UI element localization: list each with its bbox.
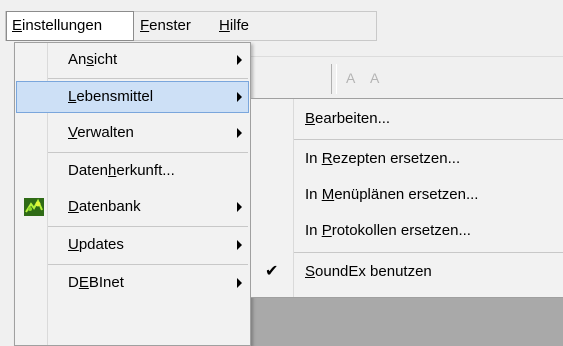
menu-item-datenbank[interactable]: Datenbank [16,191,249,223]
menu-item-label: In Protokollen ersetzen... [305,222,471,239]
menu-item-label: Updates [68,236,124,253]
submenu-arrow-icon [237,55,242,65]
submenu-arrow-icon [237,92,242,102]
toolbar-separator [331,64,332,94]
menu-item-soundex-benutzen[interactable]: ✔ SoundEx benutzen [251,256,563,288]
menu-label-part: instellungen [22,17,103,34]
menu-item-label: Datenbank [68,198,141,215]
menu-item-debinet[interactable]: DEBInet [16,267,249,299]
font-style-icon[interactable]: A [346,70,355,86]
menu-hilfe[interactable]: Hilfe [219,16,249,36]
menu-item-label: SoundEx benutzen [305,263,432,280]
menu-accelerator: E [12,17,23,34]
database-plant-icon [24,198,44,216]
menu-item-protokollen-ersetzen[interactable]: In Protokollen ersetzen... [251,215,563,247]
menu-label-part: enster [149,17,191,34]
checkmark-icon: ✔ [265,263,279,280]
menu-separator [48,152,248,153]
menu-label-part: ilfe [229,17,250,34]
menu-item-label: Verwalten [68,124,134,141]
submenu-arrow-icon [237,278,242,288]
menu-item-verwalten[interactable]: Verwalten [16,117,249,149]
font-style-icon[interactable]: A [370,70,379,86]
menu-einstellungen[interactable]: Einstellungen [6,11,134,41]
menu-accelerator: F [140,17,150,34]
menu-item-label: Ansicht [68,51,118,68]
submenu-arrow-icon [237,202,242,212]
menu-separator [294,252,563,253]
menu-item-label: Datenherkunft... [68,162,175,179]
menu-item-label: Bearbeiten... [305,110,391,127]
menu-accelerator: H [219,17,230,34]
background-workspace [250,296,563,346]
menu-item-menueplaenen-ersetzen[interactable]: In Menüplänen ersetzen... [251,179,563,211]
submenu-arrow-icon [237,128,242,138]
menu-item-datenherkunft[interactable]: Datenherkunft... [16,155,249,187]
menu-bar: Einstellungen Fenster Hilfe [0,0,563,42]
menu-separator [48,78,248,79]
menu-fenster[interactable]: Fenster [140,16,191,36]
menu-item-lebensmittel[interactable]: Lebensmittel [16,81,249,113]
menu-separator [48,226,248,227]
submenu-arrow-icon [237,240,242,250]
menu-item-label: Lebensmittel [68,88,154,105]
einstellungen-dropdown: Ansicht Lebensmittel Verwalten Datenherk… [14,42,251,346]
menu-item-ansicht[interactable]: Ansicht [16,44,249,76]
menu-item-label: DEBInet [68,274,124,291]
menu-item-rezepten-ersetzen[interactable]: In Rezepten ersetzen... [251,143,563,175]
menu-separator [48,264,248,265]
menu-item-label: In Menüplänen ersetzen... [305,186,479,203]
menu-separator [294,139,563,140]
lebensmittel-submenu: Bearbeiten... In Rezepten ersetzen... In… [250,98,563,298]
menu-item-label: In Rezepten ersetzen... [305,150,461,167]
menu-item-bearbeiten[interactable]: Bearbeiten... [251,103,563,135]
background-toolbar [250,56,563,101]
menu-item-updates[interactable]: Updates [16,229,249,261]
toolbar-separator-highlight [336,64,337,94]
